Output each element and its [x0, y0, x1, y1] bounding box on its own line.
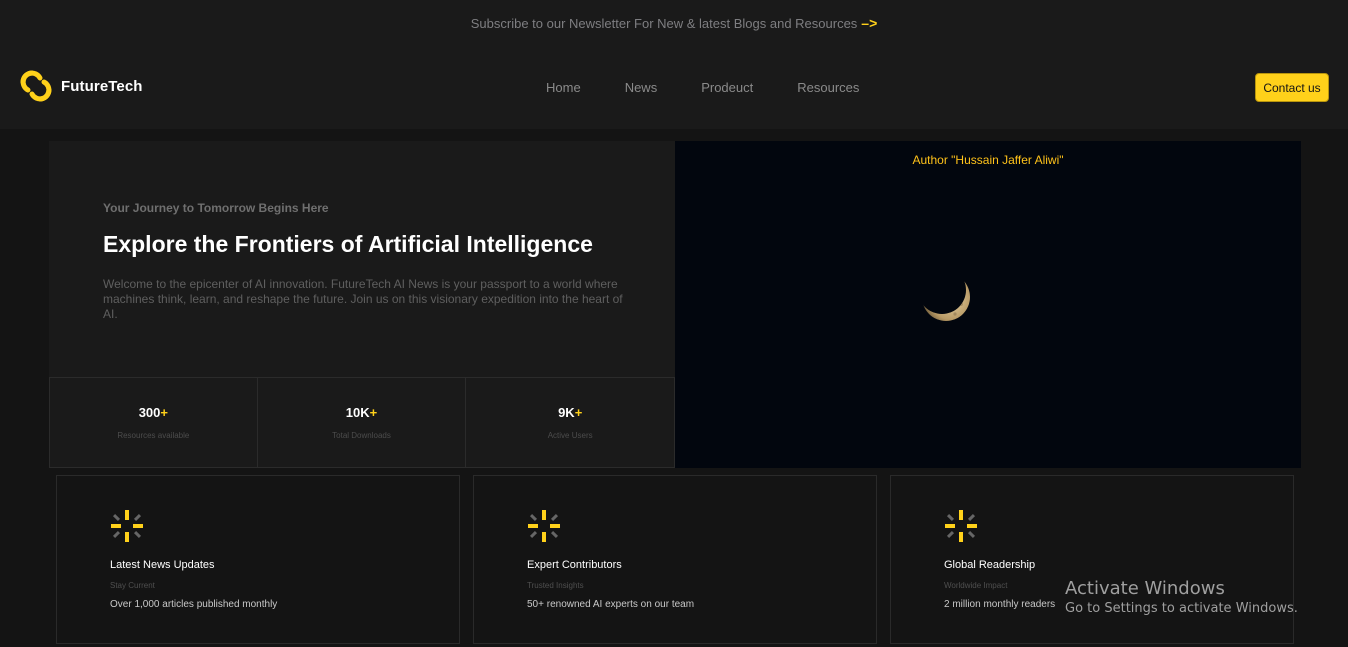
stat-downloads: 10K+ Total Downloads	[257, 377, 467, 468]
stat-value: 9K+	[558, 405, 582, 420]
hero-intro: Your Journey to Tomorrow Begins Here Exp…	[49, 141, 676, 468]
moon-image	[922, 273, 970, 321]
newsletter-text: Subscribe to our Newsletter For New & la…	[470, 15, 858, 31]
card-description: 50+ renowned AI experts on our team	[527, 599, 695, 610]
stat-value: 300+	[139, 405, 168, 420]
card-title: Expert Contributors	[527, 559, 622, 571]
newsletter-banner[interactable]: Subscribe to our Newsletter For New & la…	[0, 0, 1348, 46]
card-subtitle: Stay Current	[110, 581, 155, 590]
main-nav: Home News Prodeuct Resources	[524, 80, 881, 95]
stat-value: 10K+	[346, 405, 377, 420]
stat-users: 9K+ Active Users	[466, 377, 676, 468]
stat-resources: 300+ Resources available	[49, 377, 258, 468]
card-description: Over 1,000 articles published monthly	[110, 599, 278, 610]
plus-icon: +	[369, 405, 378, 420]
plus-icon: +	[160, 405, 168, 420]
activate-windows-watermark: Activate Windows Go to Settings to activ…	[1065, 578, 1298, 616]
nav-link-news[interactable]: News	[603, 80, 680, 95]
nav-link-resources[interactable]: Resources	[775, 80, 881, 95]
stat-number: 9K	[558, 405, 575, 420]
stat-label: Active Users	[547, 431, 593, 440]
feature-card-readership: Global Readership Worldwide Impact 2 mil…	[890, 475, 1294, 644]
nav-link-home[interactable]: Home	[524, 80, 603, 95]
sparkle-icon	[528, 510, 560, 542]
card-title: Latest News Updates	[110, 559, 215, 571]
author-caption: Author "Hussain Jaffer Aliwi"	[912, 153, 1064, 167]
contact-button[interactable]: Contact us	[1255, 73, 1329, 102]
watermark-title: Activate Windows	[1065, 578, 1225, 599]
card-description: 2 million monthly readers	[944, 599, 1056, 610]
sparkle-icon	[111, 510, 143, 542]
stat-number: 300	[138, 405, 161, 420]
feature-card-news: Latest News Updates Stay Current Over 1,…	[56, 475, 460, 644]
card-subtitle: Worldwide Impact	[944, 581, 1008, 590]
hero-eyebrow: Your Journey to Tomorrow Begins Here	[103, 201, 329, 215]
watermark-subtitle: Go to Settings to activate Windows.	[1065, 601, 1298, 616]
hero-image: Author "Hussain Jaffer Aliwi"	[675, 141, 1301, 468]
hero-title: Explore the Frontiers of Artificial Inte…	[103, 231, 593, 257]
stat-label: Total Downloads	[332, 431, 391, 440]
card-subtitle: Trusted Insights	[527, 581, 584, 590]
card-title: Global Readership	[944, 559, 1036, 571]
logo-icon	[20, 70, 52, 102]
nav-link-product[interactable]: Prodeuct	[679, 80, 775, 95]
stat-number: 10K	[345, 405, 370, 420]
stats-row: 300+ Resources available 10K+ Total Down…	[49, 377, 676, 468]
plus-icon: +	[574, 405, 583, 420]
sparkle-icon	[945, 510, 977, 542]
feature-card-experts: Expert Contributors Trusted Insights 50+…	[473, 475, 877, 644]
hero-description: Welcome to the epicenter of AI innovatio…	[103, 277, 623, 321]
brand-logo[interactable]: FutureTech	[19, 69, 143, 103]
navbar: FutureTech Home News Prodeuct Resources …	[0, 46, 1348, 129]
arrow-right-icon[interactable]: –>	[861, 15, 877, 31]
brand-name: FutureTech	[61, 77, 143, 95]
stat-label: Resources available	[117, 431, 190, 440]
